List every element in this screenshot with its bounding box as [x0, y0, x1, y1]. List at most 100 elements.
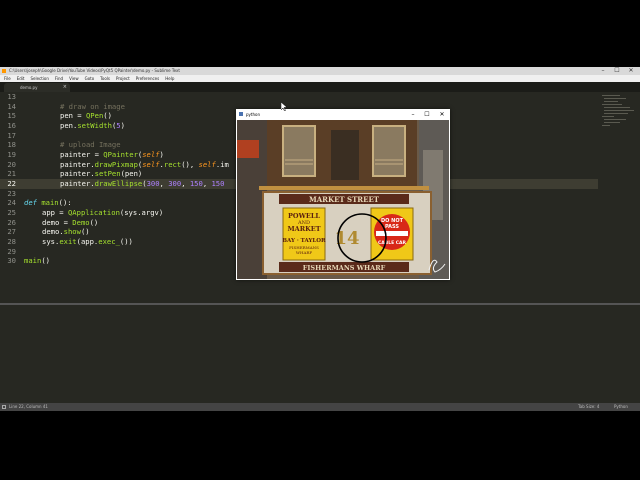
python-close-button[interactable]: ✕	[435, 109, 449, 120]
code-line-22: painter.drawEllipse(300, 300, 150, 150	[60, 179, 224, 189]
code-token: sys.	[42, 237, 60, 246]
code-line-25: app = QApplication(sys.argv)	[42, 208, 163, 218]
code-token: main	[24, 256, 42, 265]
mouse-cursor-icon	[281, 102, 287, 111]
code-line-21: painter.setPen(pen)	[60, 169, 142, 179]
menu-view[interactable]: View	[69, 76, 79, 81]
python-window-icon	[239, 112, 243, 116]
line-number: 19	[7, 150, 16, 159]
tab-size[interactable]: Tab Size: 4	[578, 403, 599, 411]
menu-selection[interactable]: Selection	[30, 76, 48, 81]
line-number: 18	[7, 140, 16, 149]
sublime-logo-icon	[2, 69, 6, 73]
code-token: painter.	[60, 179, 95, 188]
line-number: 30	[7, 256, 16, 265]
line-number: 21	[7, 169, 16, 178]
sign-text: PASS	[385, 224, 399, 230]
market-street-text: MARKET STREET	[309, 195, 380, 204]
code-line-30: main()	[24, 256, 50, 266]
code-token: (),	[181, 160, 199, 169]
code-token: Demo	[72, 218, 90, 227]
menu-find[interactable]: Find	[55, 76, 63, 81]
window-title: C:\Users\joseph\Google Drive\YouTube Vid…	[9, 68, 180, 73]
code-token: painter.	[60, 160, 95, 169]
code-token: self	[142, 160, 160, 169]
line-number: 28	[7, 237, 16, 246]
code-token: QPainter	[103, 150, 138, 159]
cable-car-image: MARKET STREET POWELL AND MARKET BAY · TA…	[237, 120, 449, 279]
code-token: (sys.argv)	[119, 208, 164, 217]
menu-goto[interactable]: Goto	[85, 76, 95, 81]
code-token: painter =	[60, 150, 104, 159]
code-token: 300	[168, 179, 182, 188]
code-token: QPen	[85, 111, 104, 120]
code-line-18: # upload Image	[60, 140, 121, 150]
code-token: demo.	[42, 227, 64, 236]
line-number: 15	[7, 111, 16, 120]
code-token: 150	[189, 179, 203, 188]
sign-text: MARKET	[287, 225, 320, 233]
minimap-preview	[602, 95, 634, 126]
code-token: self	[142, 150, 160, 159]
code-line-27: demo.show()	[42, 227, 90, 237]
code-token: ,	[159, 179, 169, 188]
code-token: 150	[211, 179, 225, 188]
window-titlebar: C:\Users\joseph\Google Drive\YouTube Vid…	[0, 67, 640, 75]
tab-demo-py[interactable]: demo.py ×	[4, 83, 70, 92]
panel-toggle-icon[interactable]	[2, 405, 6, 409]
line-number-current: 22	[7, 179, 16, 188]
code-token: show	[63, 227, 81, 236]
build-output-panel[interactable]	[0, 305, 640, 403]
fishermans-wharf-text: FISHERMANS WHARF	[303, 264, 386, 272]
line-number: 13	[7, 92, 16, 101]
close-button[interactable]: ✕	[626, 67, 636, 75]
line-number: 24	[7, 198, 16, 207]
line-number: 16	[7, 121, 16, 130]
code-token: pen =	[60, 111, 86, 120]
code-token: main	[41, 198, 59, 207]
tab-label: demo.py	[20, 85, 38, 90]
code-token: painter.	[60, 169, 95, 178]
code-token: pen.	[60, 121, 78, 130]
minimap[interactable]	[598, 92, 640, 303]
code-token: (pen)	[120, 169, 143, 178]
comment: # draw on image	[60, 102, 125, 111]
python-minimize-button[interactable]: –	[406, 109, 420, 120]
code-line-28: sys.exit(app.exec_())	[42, 237, 133, 247]
code-token: )	[120, 121, 125, 130]
menu-preferences[interactable]: Preferences	[136, 76, 160, 81]
python-maximize-button[interactable]: ☐	[420, 109, 434, 120]
comment: # upload Image	[60, 140, 121, 149]
minimize-button[interactable]: –	[598, 67, 608, 75]
python-app-window[interactable]: python – ☐ ✕ MARKET STREET POWELL AND MA…	[236, 109, 450, 280]
status-bar: Line 22, Column 41 Tab Size: 4 Python	[0, 403, 640, 411]
tab-close-icon[interactable]: ×	[63, 83, 67, 92]
code-line-19: painter = QPainter(self)	[60, 150, 164, 160]
menu-edit[interactable]: Edit	[17, 76, 25, 81]
tab-bar: demo.py ×	[0, 82, 640, 92]
code-token: ()	[89, 218, 99, 227]
code-line-15: pen = QPen()	[60, 111, 112, 121]
code-token: self	[198, 160, 216, 169]
code-token: ():	[58, 198, 72, 207]
menu-bar: File Edit Selection Find View Goto Tools Projec…	[0, 75, 640, 82]
menu-file[interactable]: File	[4, 76, 11, 81]
code-token: demo =	[42, 218, 73, 227]
menu-project[interactable]: Project	[116, 76, 130, 81]
code-token: exec_	[98, 237, 120, 246]
python-window-titlebar[interactable]: python – ☐ ✕	[236, 109, 450, 120]
sign-text: POWELL	[288, 212, 320, 220]
code-token: QApplication	[67, 208, 120, 217]
cursor-position: Line 22, Column 41	[9, 404, 48, 409]
python-window-title: python	[246, 112, 260, 117]
code-token: (app.	[76, 237, 99, 246]
maximize-button[interactable]: ☐	[612, 67, 622, 75]
code-token: drawEllipse	[94, 179, 143, 188]
line-number-gutter: 13 14 15 16 17 18 19 20 21 22 23 24 25 2…	[0, 92, 18, 303]
line-number: 25	[7, 208, 16, 217]
code-token: exit	[59, 237, 77, 246]
menu-tools[interactable]: Tools	[100, 76, 110, 81]
code-token: setPen	[94, 169, 121, 178]
syntax-language[interactable]: Python	[614, 403, 628, 411]
menu-help[interactable]: Help	[165, 76, 174, 81]
